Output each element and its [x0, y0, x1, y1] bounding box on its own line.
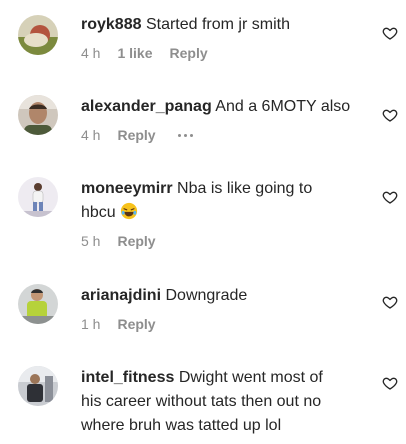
comment-time: 4 h: [81, 127, 101, 143]
heart-outline-icon[interactable]: [382, 189, 398, 205]
more-dots-icon[interactable]: [177, 133, 193, 137]
comment-text: Started from jr smith: [145, 16, 290, 33]
comment-text-line-1: Nba is like going to: [177, 180, 313, 197]
heart-outline-icon[interactable]: [382, 25, 398, 41]
comment-text-line-2: his career without tats then out no: [81, 393, 322, 410]
heart-outline-icon[interactable]: [382, 107, 398, 123]
comment-text-line-2: hbcu: [81, 204, 116, 221]
avatar[interactable]: [18, 95, 58, 135]
heart-outline-icon[interactable]: [382, 294, 398, 310]
avatar[interactable]: [18, 284, 58, 324]
comment-username[interactable]: alexander_panag: [81, 98, 212, 115]
reply-button[interactable]: Reply: [170, 44, 208, 62]
comment-username[interactable]: arianajdini: [81, 287, 161, 304]
comment-text-line-1: Dwight went most of: [178, 369, 323, 386]
heart-outline-icon[interactable]: [382, 375, 398, 391]
laughing-emoji-icon: [121, 202, 138, 220]
avatar[interactable]: [18, 15, 58, 55]
avatar[interactable]: [18, 366, 58, 406]
comment-username[interactable]: royk888: [81, 16, 142, 33]
avatar[interactable]: [18, 177, 58, 217]
comment-time: 1 h: [81, 316, 101, 332]
comment-username[interactable]: intel_fitness: [81, 369, 174, 386]
comment-time: 4 h: [81, 45, 101, 61]
reply-button[interactable]: Reply: [117, 126, 155, 144]
comment-text: Downgrade: [165, 287, 248, 304]
comment-username[interactable]: moneeymirr: [81, 180, 173, 197]
comment-text: And a 6MOTY also: [215, 98, 351, 115]
comment-likes-count[interactable]: 1 like: [117, 44, 152, 62]
comment-text-line-3: where bruh was tatted up lol: [81, 417, 282, 434]
comment-time: 5 h: [81, 233, 101, 249]
reply-button[interactable]: Reply: [117, 315, 155, 333]
reply-button[interactable]: Reply: [117, 232, 155, 250]
